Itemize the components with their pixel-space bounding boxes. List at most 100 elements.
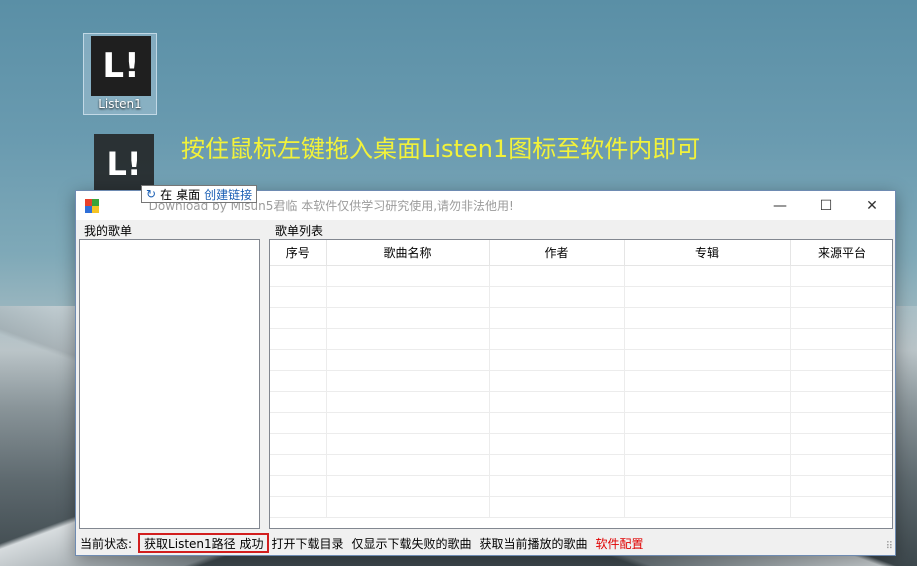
table-cell	[790, 433, 892, 455]
table-row[interactable]	[270, 349, 892, 371]
song-table[interactable]: 序号 歌曲名称 作者 专辑 来源平台	[269, 239, 893, 529]
table-row[interactable]	[270, 370, 892, 392]
table-row[interactable]	[270, 475, 892, 497]
software-config-link[interactable]: 软件配置	[596, 535, 644, 552]
status-label: 当前状态:	[80, 536, 133, 551]
column-header-artist[interactable]: 作者	[489, 240, 625, 266]
table-cell	[270, 475, 327, 497]
desktop-icon-label: Listen1	[98, 97, 142, 111]
table-cell	[489, 496, 625, 518]
table-cell	[489, 349, 625, 371]
table-cell	[270, 349, 327, 371]
table-cell	[326, 433, 490, 455]
table-cell	[270, 370, 327, 392]
table-cell	[326, 307, 490, 329]
table-cell	[326, 349, 490, 371]
table-cell	[790, 307, 892, 329]
table-cell	[489, 475, 625, 497]
table-cell	[790, 265, 892, 287]
table-cell	[326, 391, 490, 413]
windows-app-icon	[85, 198, 99, 213]
table-cell	[790, 391, 892, 413]
table-cell	[270, 391, 327, 413]
table-row[interactable]	[270, 433, 892, 455]
table-cell	[624, 349, 791, 371]
table-cell	[624, 307, 791, 329]
table-cell	[624, 265, 791, 287]
app-window: Listen1Download by Misun5君临 本软件仅供学习研究使用,…	[75, 190, 896, 556]
table-cell	[270, 412, 327, 434]
table-cell	[489, 265, 625, 287]
table-cell	[270, 496, 327, 518]
my-playlists-label: 我的歌单	[84, 224, 133, 238]
table-cell	[326, 328, 490, 350]
table-row[interactable]	[270, 307, 892, 329]
table-cell	[790, 412, 892, 434]
table-cell	[270, 433, 327, 455]
table-cell	[624, 286, 791, 308]
table-cell	[790, 328, 892, 350]
table-cell	[489, 412, 625, 434]
table-cell	[326, 286, 490, 308]
table-row[interactable]	[270, 286, 892, 308]
status-message: 获取Listen1路径 成功	[138, 533, 270, 553]
table-cell	[270, 328, 327, 350]
table-cell	[326, 475, 490, 497]
column-header-song-name[interactable]: 歌曲名称	[326, 240, 490, 266]
table-row[interactable]	[270, 265, 892, 287]
table-cell	[624, 496, 791, 518]
column-header-index[interactable]: 序号	[270, 240, 327, 266]
table-cell	[790, 496, 892, 518]
table-cell	[489, 391, 625, 413]
table-row[interactable]	[270, 412, 892, 434]
resize-grip-icon[interactable]: ⠿	[886, 541, 893, 552]
table-cell	[270, 265, 327, 287]
show-failed-only-link[interactable]: 仅显示下载失败的歌曲	[351, 535, 471, 552]
listen1-app-icon: L!	[91, 36, 151, 96]
table-row[interactable]	[270, 454, 892, 476]
table-cell	[326, 370, 490, 392]
minimize-button[interactable]: —	[757, 191, 803, 220]
table-cell	[270, 307, 327, 329]
desktop-shortcut-listen1[interactable]: L! Listen1	[83, 33, 157, 115]
table-cell	[489, 307, 625, 329]
playlist-list-label: 歌单列表	[275, 224, 324, 238]
open-download-dir-link[interactable]: 打开下载目录	[271, 535, 343, 552]
get-playing-song-link[interactable]: 获取当前播放的歌曲	[480, 535, 588, 552]
table-cell	[790, 475, 892, 497]
table-cell	[790, 370, 892, 392]
table-cell	[270, 286, 327, 308]
table-cell	[489, 454, 625, 476]
table-cell	[326, 496, 490, 518]
table-cell	[326, 265, 490, 287]
table-cell	[326, 412, 490, 434]
column-header-album[interactable]: 专辑	[624, 240, 791, 266]
table-cell	[326, 454, 490, 476]
table-cell	[624, 391, 791, 413]
table-cell	[489, 433, 625, 455]
drag-drop-tooltip: ↻ 在 桌面 创建链接	[141, 185, 258, 203]
table-cell	[624, 475, 791, 497]
maximize-button[interactable]: ☐	[803, 191, 849, 220]
table-cell	[624, 412, 791, 434]
status-bar: 当前状态: 获取Listen1路径 成功 打开下载目录 仅显示下载失败的歌曲 获…	[76, 531, 895, 555]
close-button[interactable]: ✕	[849, 191, 895, 220]
table-cell	[489, 328, 625, 350]
column-header-source[interactable]: 来源平台	[790, 240, 892, 266]
my-playlists-list[interactable]	[79, 239, 260, 529]
table-cell	[790, 349, 892, 371]
table-row[interactable]	[270, 328, 892, 350]
table-row[interactable]	[270, 496, 892, 518]
link-arrow-icon: ↻	[146, 187, 157, 201]
table-cell	[790, 286, 892, 308]
table-cell	[624, 433, 791, 455]
table-cell	[489, 286, 625, 308]
instruction-text: 按住鼠标左键拖入桌面Listen1图标至软件内即可	[181, 135, 701, 163]
table-cell	[270, 454, 327, 476]
table-cell	[624, 454, 791, 476]
table-cell	[624, 370, 791, 392]
table-row[interactable]	[270, 391, 892, 413]
table-cell	[489, 370, 625, 392]
table-cell	[624, 328, 791, 350]
table-cell	[790, 454, 892, 476]
